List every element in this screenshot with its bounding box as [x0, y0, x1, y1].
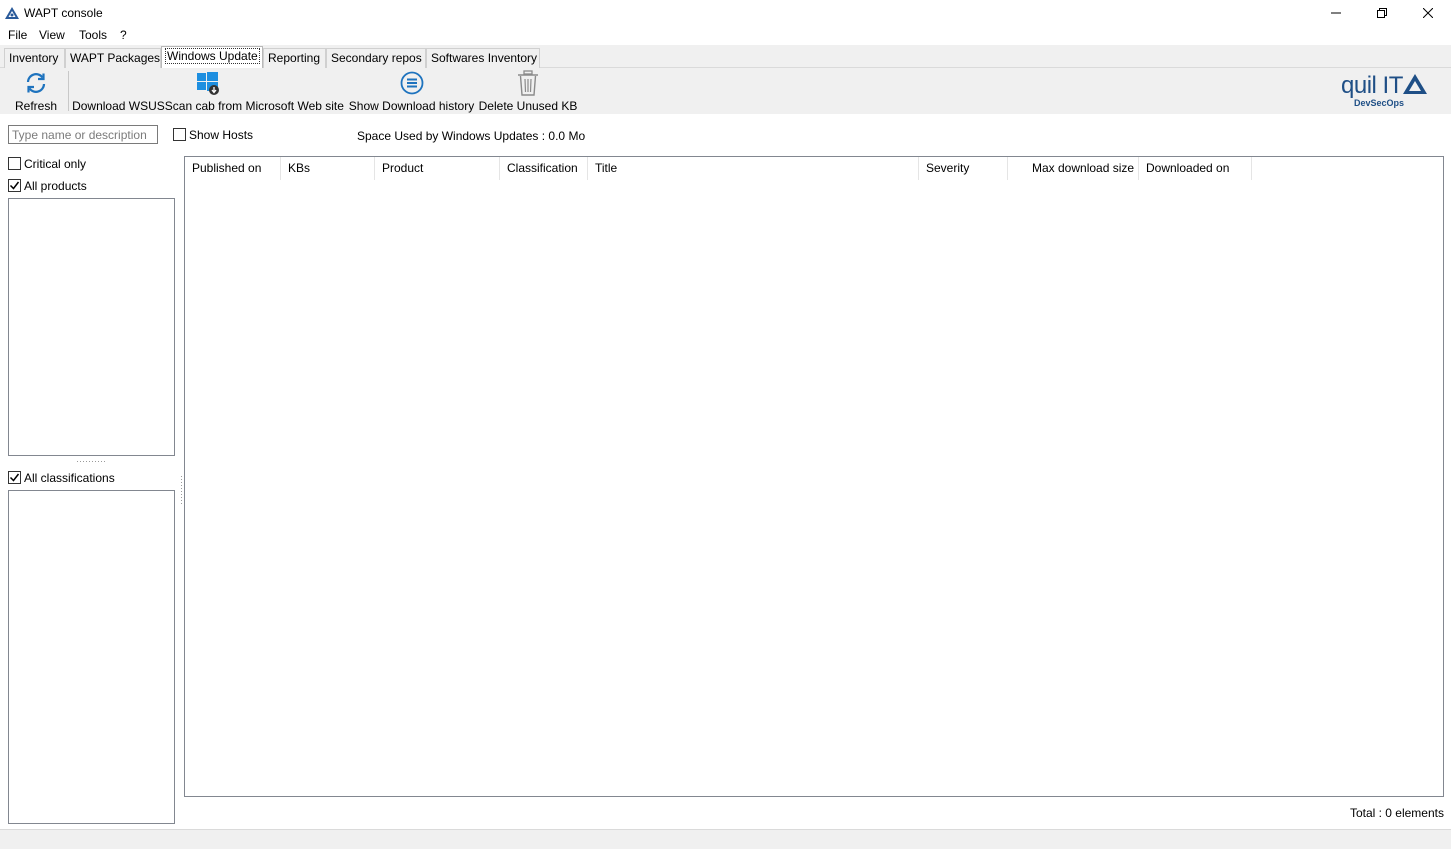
show-download-history-button[interactable]: Show Download history	[348, 68, 475, 114]
quilit-logo: quil IT DevSecOps	[1338, 70, 1428, 112]
checkmark-icon	[9, 181, 20, 190]
refresh-icon	[24, 68, 48, 98]
tab-label: Secondary repos	[331, 51, 422, 65]
all-products-checkbox[interactable]	[8, 179, 21, 192]
download-wsusscan-label: Download WSUSScan cab from Microsoft Web…	[72, 99, 344, 113]
checkmark-icon	[9, 473, 20, 482]
window-title: WAPT console	[24, 6, 103, 20]
delete-unused-kb-button[interactable]: Delete Unused KB	[478, 68, 578, 114]
all-classifications-checkbox[interactable]	[8, 471, 21, 484]
vertical-splitter-grip-icon[interactable]	[180, 476, 183, 504]
minimize-button[interactable]	[1313, 0, 1359, 26]
space-used-text: Space Used by Windows Updates : 0.0 Mo	[357, 129, 586, 143]
windows-download-icon	[195, 68, 221, 98]
column-product[interactable]: Product	[375, 157, 500, 180]
trash-icon	[517, 68, 539, 98]
horizontal-splitter-grip-icon[interactable]	[77, 460, 105, 464]
tab-strip: Inventory WAPT Packages Windows Update R…	[0, 45, 1451, 68]
critical-only-checkbox[interactable]	[8, 157, 21, 170]
grid-header: Published on KBs Product Classification …	[185, 157, 1443, 180]
refresh-button[interactable]: Refresh	[10, 68, 62, 114]
toolbar-separator	[68, 71, 69, 111]
show-hosts-label: Show Hosts	[189, 128, 254, 142]
tab-secondary-repos[interactable]: Secondary repos	[326, 48, 426, 68]
show-hosts-checkbox[interactable]	[173, 128, 186, 141]
products-list[interactable]	[8, 198, 175, 456]
all-classifications-label: All classifications	[24, 471, 115, 485]
menu-tools[interactable]: Tools	[79, 28, 107, 42]
refresh-label: Refresh	[14, 99, 58, 113]
status-bar	[0, 829, 1451, 849]
column-title[interactable]: Title	[588, 157, 919, 180]
tab-label: WAPT Packages	[70, 51, 161, 65]
all-products-label: All products	[24, 179, 87, 193]
minimize-icon	[1331, 12, 1341, 14]
updates-grid[interactable]: Published on KBs Product Classification …	[184, 156, 1444, 797]
restore-icon	[1377, 8, 1387, 18]
tab-softwares-inventory[interactable]: Softwares Inventory	[426, 48, 540, 68]
show-download-history-label: Show Download history	[348, 99, 475, 113]
tab-windows-update[interactable]: Windows Update	[161, 46, 263, 68]
toolbar: Refresh Download WSUSScan cab from Micro…	[0, 68, 1451, 114]
search-input[interactable]	[8, 125, 158, 144]
column-kbs[interactable]: KBs	[281, 157, 375, 180]
close-icon	[1423, 8, 1433, 18]
title-bar: WAPT console	[0, 0, 1451, 26]
tab-inventory[interactable]: Inventory	[4, 48, 65, 68]
total-count: Total : 0 elements	[1349, 806, 1444, 820]
wapt-app-icon	[4, 6, 20, 20]
column-max-download-size[interactable]: Max download size	[1008, 157, 1139, 180]
menu-file[interactable]: File	[8, 28, 27, 42]
menu-help[interactable]: ?	[120, 28, 127, 42]
tab-label: Reporting	[268, 51, 321, 65]
menu-bar: File View Tools ?	[0, 26, 1451, 45]
logo-triangle-icon	[1403, 74, 1427, 94]
classifications-list[interactable]	[8, 490, 175, 824]
logo-name: quil IT	[1341, 72, 1403, 99]
delete-unused-kb-label: Delete Unused KB	[478, 99, 578, 113]
tab-label: Inventory	[9, 51, 59, 65]
column-published-on[interactable]: Published on	[185, 157, 281, 180]
logo-tagline: DevSecOps	[1354, 98, 1405, 108]
tab-label: Windows Update	[165, 48, 260, 64]
restore-button[interactable]	[1359, 0, 1405, 26]
menu-view[interactable]: View	[39, 28, 65, 42]
list-circle-icon	[400, 68, 424, 98]
close-button[interactable]	[1405, 0, 1451, 26]
download-wsusscan-button[interactable]: Download WSUSScan cab from Microsoft Web…	[72, 68, 344, 114]
tab-reporting[interactable]: Reporting	[263, 48, 326, 68]
column-classification[interactable]: Classification	[500, 157, 588, 180]
tab-wapt-packages[interactable]: WAPT Packages	[65, 48, 161, 68]
tab-label: Softwares Inventory	[431, 51, 538, 65]
critical-only-label: Critical only	[24, 157, 87, 171]
column-downloaded-on[interactable]: Downloaded on	[1139, 157, 1252, 180]
column-severity[interactable]: Severity	[919, 157, 1008, 180]
